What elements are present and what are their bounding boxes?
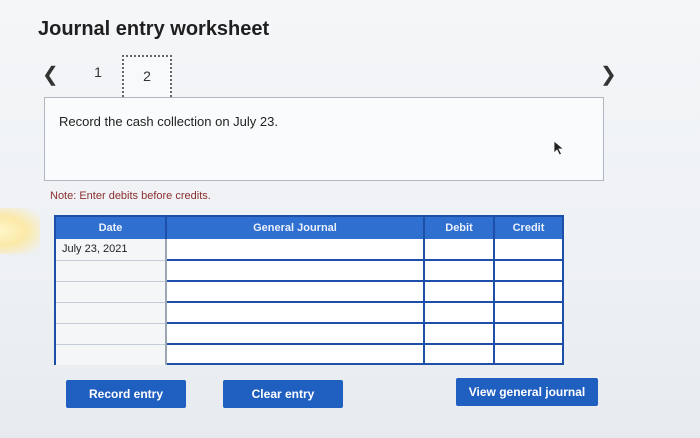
column-header-date: Date: [56, 217, 167, 239]
prompt-text: Record the cash collection on July 23.: [59, 114, 278, 129]
debit-cell[interactable]: [424, 344, 495, 365]
account-cell[interactable]: [166, 302, 425, 324]
worksheet-screen: Journal entry worksheet ❮ 1 2 ❯ Record t…: [0, 0, 700, 438]
credit-cell[interactable]: [494, 323, 562, 345]
prompt-box: Record the cash collection on July 23.: [44, 97, 604, 181]
note-text: Note: Enter debits before credits.: [50, 190, 211, 202]
chevron-left-icon[interactable]: ❮: [42, 62, 59, 87]
credit-cell[interactable]: [494, 260, 562, 282]
credit-cell[interactable]: [494, 302, 562, 324]
record-entry-button[interactable]: Record entry: [66, 380, 186, 408]
debit-cell[interactable]: [424, 239, 495, 261]
table-row: [56, 281, 562, 303]
table-row: [56, 323, 562, 345]
date-cell[interactable]: July 23, 2021: [56, 239, 167, 261]
date-cell[interactable]: [56, 281, 167, 303]
clear-entry-button[interactable]: Clear entry: [223, 380, 343, 408]
column-header-debit: Debit: [424, 217, 495, 239]
table-row: [56, 344, 562, 365]
date-cell[interactable]: [56, 260, 167, 282]
table-row: [56, 260, 562, 282]
table-row: July 23, 2021: [56, 239, 562, 261]
debit-cell[interactable]: [424, 302, 495, 324]
credit-cell[interactable]: [494, 344, 562, 365]
chevron-right-icon[interactable]: ❯: [600, 62, 617, 87]
view-general-journal-button[interactable]: View general journal: [456, 378, 598, 406]
page-title: Journal entry worksheet: [38, 18, 270, 40]
debit-cell[interactable]: [424, 260, 495, 282]
debit-cell[interactable]: [424, 281, 495, 303]
journal-entry-table: Date General Journal Debit Credit July 2…: [54, 215, 564, 365]
page-tab-1[interactable]: 1: [88, 64, 108, 80]
table-header-row: Date General Journal Debit Credit: [56, 217, 562, 239]
date-cell[interactable]: [56, 302, 167, 324]
account-cell[interactable]: [166, 239, 425, 261]
mouse-cursor-icon: [553, 140, 565, 156]
credit-cell[interactable]: [494, 239, 562, 261]
column-header-general-journal: General Journal: [166, 217, 425, 239]
date-cell[interactable]: [56, 323, 167, 345]
debit-cell[interactable]: [424, 323, 495, 345]
date-cell[interactable]: [56, 344, 167, 365]
column-header-credit: Credit: [494, 217, 562, 239]
account-cell[interactable]: [166, 260, 425, 282]
page-tab-2[interactable]: 2: [122, 55, 172, 101]
table-row: [56, 302, 562, 324]
account-cell[interactable]: [166, 323, 425, 345]
screen-glare: [0, 208, 40, 254]
account-cell[interactable]: [166, 344, 425, 365]
account-cell[interactable]: [166, 281, 425, 303]
credit-cell[interactable]: [494, 281, 562, 303]
